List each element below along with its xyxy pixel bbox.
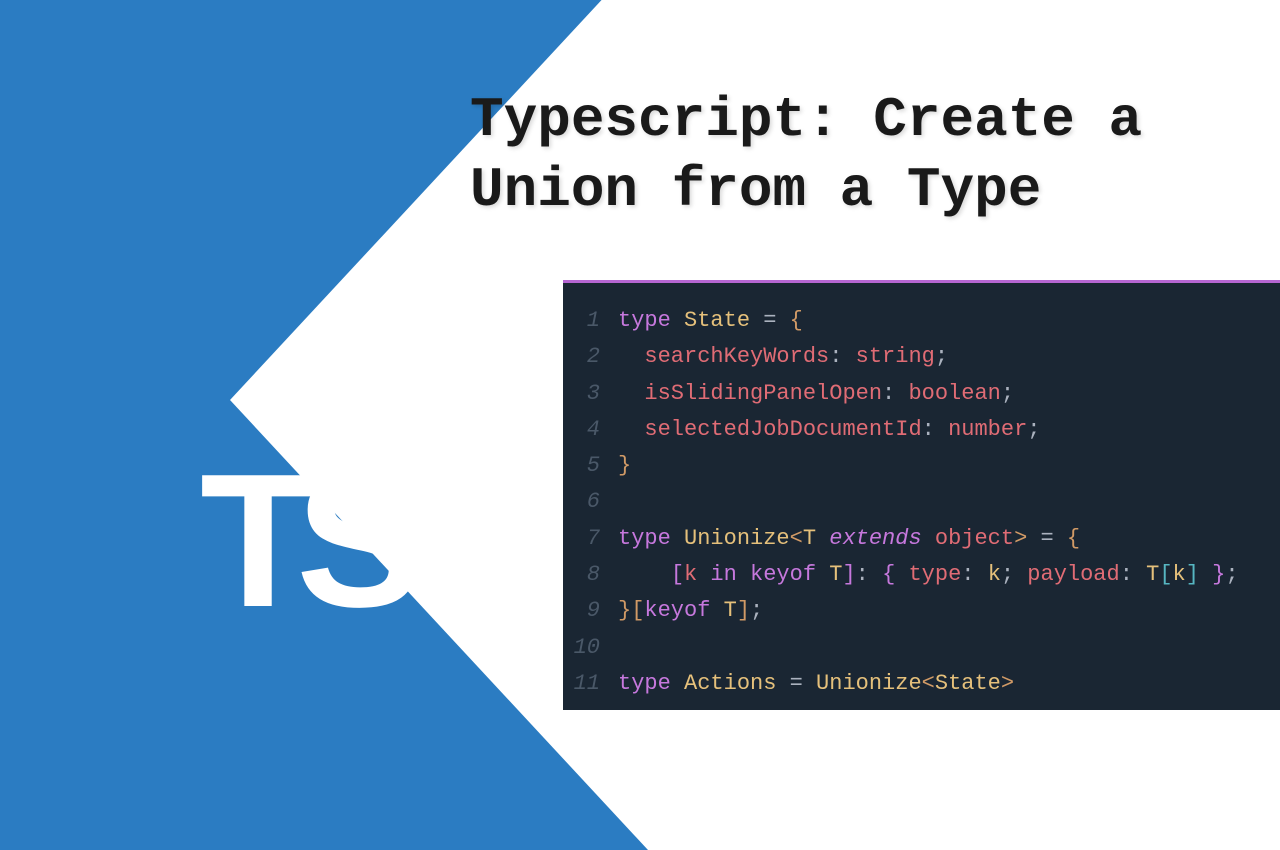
code-content: searchKeyWords: string; [618,339,948,375]
code-line: 2 searchKeyWords: string; [563,339,1280,375]
line-number: 8 [563,557,618,593]
code-snippet: 1type State = {2 searchKeyWords: string;… [563,280,1280,710]
code-line: 9}[keyof T]; [563,593,1280,629]
code-content: [k in keyof T]: { type: k; payload: T[k]… [618,557,1239,593]
code-line: 5} [563,448,1280,484]
line-number: 1 [563,303,618,339]
line-number: 2 [563,339,618,375]
code-line: 1type State = { [563,303,1280,339]
page-title: Typescript: Create a Union from a Type [470,85,1250,225]
code-line: 4 selectedJobDocumentId: number; [563,412,1280,448]
line-number: 11 [563,666,618,702]
code-content: type Unionize<T extends object> = { [618,521,1080,557]
line-number: 6 [563,484,618,520]
code-line: 8 [k in keyof T]: { type: k; payload: T[… [563,557,1280,593]
code-content: }[keyof T]; [618,593,763,629]
code-line: 7type Unionize<T extends object> = { [563,521,1280,557]
code-content: isSlidingPanelOpen: boolean; [618,376,1014,412]
code-content: type Actions = Unionize<State> [618,666,1014,702]
code-line: 11type Actions = Unionize<State> [563,666,1280,702]
line-number: 5 [563,448,618,484]
code-content: selectedJobDocumentId: number; [618,412,1040,448]
line-number: 4 [563,412,618,448]
line-number: 3 [563,376,618,412]
code-content: } [618,448,631,484]
line-number: 10 [563,630,618,666]
code-line: 10 [563,630,1280,666]
code-line: 6 [563,484,1280,520]
code-line: 3 isSlidingPanelOpen: boolean; [563,376,1280,412]
typescript-logo: TS [200,432,403,650]
line-number: 7 [563,521,618,557]
code-content: type State = { [618,303,803,339]
line-number: 9 [563,593,618,629]
